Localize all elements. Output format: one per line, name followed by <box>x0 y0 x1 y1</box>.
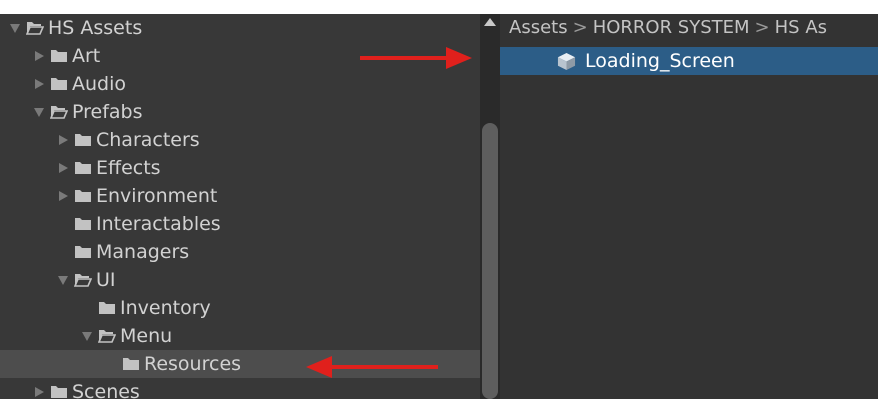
tree-scrollbar[interactable] <box>480 14 500 399</box>
asset-item-label: Loading_Screen <box>585 50 735 72</box>
expand-arrow-icon[interactable] <box>32 77 46 91</box>
folder-icon <box>75 134 91 146</box>
tree-item-hs-assets[interactable]: HS Assets <box>0 14 480 42</box>
tree-item-label: HS Assets <box>48 17 143 39</box>
folder-icon <box>75 246 91 258</box>
folder-open-icon <box>50 106 68 119</box>
tree-item-ui[interactable]: UI <box>0 266 480 294</box>
breadcrumb-item-hs-assets[interactable]: HS As <box>775 17 827 38</box>
folder-open-icon <box>26 22 44 35</box>
tree-item-label: Interactables <box>96 213 221 235</box>
tree-item-audio[interactable]: Audio <box>0 70 480 98</box>
folder-icon <box>51 78 67 90</box>
expand-arrow-icon[interactable] <box>56 133 70 147</box>
folder-open-icon <box>98 330 116 343</box>
tree-item-managers[interactable]: Managers <box>0 238 480 266</box>
expand-arrow-icon[interactable] <box>56 161 70 175</box>
asset-browser-panel: Assets > HORROR SYSTEM > HS As Loading_Scree… <box>500 14 878 399</box>
expand-arrow-icon[interactable] <box>56 189 70 203</box>
expand-arrow-icon[interactable] <box>32 49 46 63</box>
folder-icon <box>123 358 139 370</box>
annotation-arrow-left-icon <box>306 356 438 378</box>
tree-item-label: Environment <box>96 185 218 207</box>
tree-item-label: Audio <box>72 73 127 95</box>
tree-item-label: Menu <box>120 325 173 347</box>
collapse-arrow-icon[interactable] <box>32 105 46 119</box>
folder-icon <box>75 190 91 202</box>
folder-icon <box>75 218 91 230</box>
folder-icon <box>75 162 91 174</box>
tree-item-label: Resources <box>144 353 242 375</box>
tree-item-label: UI <box>96 269 116 291</box>
tree-item-characters[interactable]: Characters <box>0 126 480 154</box>
folder-icon <box>51 386 67 398</box>
tree-item-label: Art <box>72 45 101 67</box>
asset-item-loading-screen[interactable]: Loading_Screen <box>500 47 878 75</box>
tree-item-label: Prefabs <box>72 101 143 123</box>
breadcrumb: Assets > HORROR SYSTEM > HS As <box>500 14 878 44</box>
annotation-arrow-right-icon <box>360 47 472 69</box>
breadcrumb-item-horror-system[interactable]: HORROR SYSTEM <box>593 17 750 38</box>
tree-item-effects[interactable]: Effects <box>0 154 480 182</box>
tree-item-environment[interactable]: Environment <box>0 182 480 210</box>
tree-item-label: Effects <box>96 157 161 179</box>
tree-item-prefabs[interactable]: Prefabs <box>0 98 480 126</box>
tree-item-interactables[interactable]: Interactables <box>0 210 480 238</box>
scroll-up-arrow-icon[interactable] <box>484 18 496 26</box>
breadcrumb-separator: > <box>572 17 588 38</box>
tree-item-label: Scenes <box>72 381 140 399</box>
breadcrumb-item-assets[interactable]: Assets <box>509 17 568 38</box>
tree-item-menu[interactable]: Menu <box>0 322 480 350</box>
tree-item-inventory[interactable]: Inventory <box>0 294 480 322</box>
expand-arrow-icon[interactable] <box>32 385 46 399</box>
scroll-thumb[interactable] <box>482 123 498 399</box>
tree-item-scenes[interactable]: Scenes <box>0 378 480 399</box>
folder-open-icon <box>74 274 92 287</box>
prefab-cube-icon <box>557 52 576 70</box>
tree-item-label: Characters <box>96 129 200 151</box>
breadcrumb-separator: > <box>754 17 770 38</box>
collapse-arrow-icon[interactable] <box>80 329 94 343</box>
collapse-arrow-icon[interactable] <box>56 273 70 287</box>
folder-icon <box>51 50 67 62</box>
folder-icon <box>99 302 115 314</box>
tree-item-label: Managers <box>96 241 190 263</box>
tree-item-label: Inventory <box>120 297 211 319</box>
collapse-arrow-icon[interactable] <box>8 21 22 35</box>
